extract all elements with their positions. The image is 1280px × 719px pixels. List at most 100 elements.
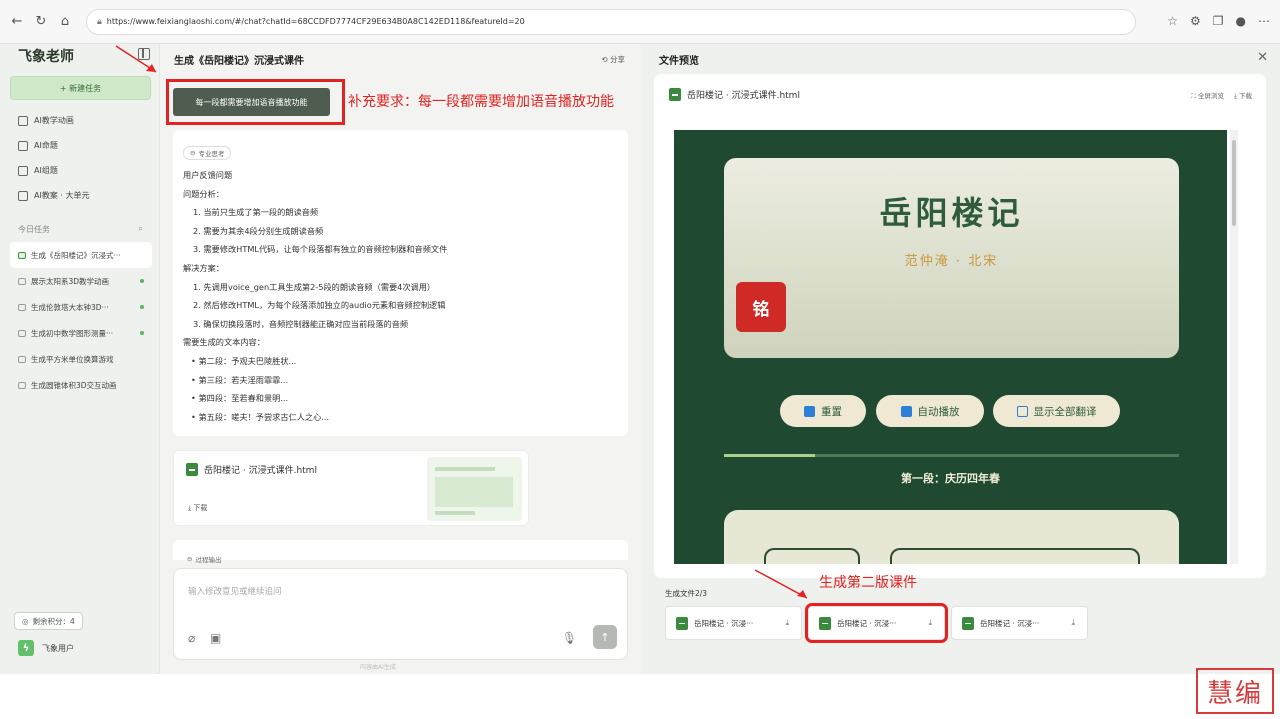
new-task-button[interactable]: + 新建任务 — [10, 76, 151, 100]
annotation-text: 生成第二版课件 — [819, 575, 917, 591]
refresh-icon[interactable]: ↻ — [32, 13, 50, 31]
home-icon[interactable]: ⌂ — [56, 13, 74, 31]
reset-button[interactable]: 重置 — [780, 395, 866, 427]
menu-item-label: AI组题 — [34, 166, 58, 175]
thinking-line: 2. 然后修改HTML，为每个段落添加独立的audio元素和音频控制逻辑 — [193, 300, 446, 311]
address-bar[interactable]: 🔒︎ https://www.feixianglaoshi.com/#/chat… — [86, 8, 1136, 35]
profile-icon[interactable]: ● — [1236, 14, 1246, 28]
send-button[interactable]: ↑ — [593, 625, 617, 649]
task-item[interactable]: 展示太阳系3D教学动画 — [10, 268, 152, 294]
side-menu: AI教学动画 AI命题 AI组题 AI教案 · 大单元 — [18, 108, 153, 208]
generated-file-label: 岳阳楼记 · 沉浸··· — [694, 618, 754, 628]
thinking-line: 解决方案： — [183, 262, 224, 273]
thinking-line: 1. 当前只生成了第一段的朗读音频 — [193, 207, 319, 218]
book-icon — [1016, 405, 1028, 417]
lock-icon: 🔒︎ — [97, 16, 102, 27]
message-input[interactable]: 输入修改意见或继续追问 ⌀ ▣ 🎙︎ ↑ — [173, 568, 628, 660]
menu-item-label: AI命题 — [34, 141, 58, 150]
task-item[interactable]: 生成圆锥体积3D交互动画 — [10, 372, 152, 398]
thinking-card: ⊖ 专业思考 用户反馈问题 问题分析： 1. 当前只生成了第一段的朗读音频 2. 需要为… — [173, 130, 628, 436]
points-text: 剩余积分：4 — [32, 616, 75, 626]
autoplay-label: 自动播放 — [917, 405, 960, 418]
courseware-stage: 岳阳楼记 范仲淹 · 北宋 铭 重置 自动播放 显示全部翻译 第一段：庆历四年春 — [674, 130, 1227, 564]
thinking-lines: 用户反馈问题 问题分析： 1. 当前只生成了第一段的朗读音频 2. 需要为其余4段分别… — [183, 166, 618, 426]
generated-file-item[interactable]: 岳阳楼记 · 沉浸··· ⤓ — [665, 606, 802, 640]
process-icon: ⊖ — [187, 555, 193, 563]
preview-actions: ⛶ 全屏浏览 ⤓ 下载 — [1191, 90, 1252, 101]
scrollbar-thumb[interactable] — [1232, 140, 1236, 226]
brain-icon: ⊖ — [190, 149, 196, 157]
today-label: 今日任务 — [18, 225, 50, 234]
generated-file-label: 岳阳楼记 · 沉浸··· — [837, 618, 897, 628]
menu-item-ai-lesson-plan[interactable]: AI教案 · 大单元 — [18, 183, 153, 208]
chat-icon — [18, 277, 26, 285]
task-label: 生成伦敦塔大本钟3D··· — [31, 302, 109, 312]
back-icon[interactable]: ← — [8, 13, 26, 31]
url-text: https://www.feixianglaoshi.com/#/chat?ch… — [106, 17, 525, 26]
file-thumbnail — [427, 457, 522, 521]
collections-icon[interactable]: ❐ — [1213, 14, 1224, 28]
task-label: 生成圆锥体积3D交互动画 — [31, 380, 117, 390]
process-pill: ⊖ 过程输出 — [187, 552, 221, 566]
translate-label: 显示全部翻译 — [1033, 405, 1097, 418]
search-icon[interactable]: ⌕ — [139, 224, 143, 235]
html-file-icon — [669, 88, 681, 101]
generated-file-item[interactable]: 岳阳楼记 · 沉浸··· ⤓ — [951, 606, 1088, 640]
favorite-icon[interactable]: ☆ — [1167, 14, 1178, 28]
thinking-line: 用户反馈问题 — [183, 170, 233, 180]
user-profile[interactable]: ϟ 飞象用户 — [18, 640, 74, 656]
task-item[interactable]: 生成《岳阳楼记》沉浸式··· — [10, 242, 152, 268]
menu-item-ai-question[interactable]: AI命题 — [18, 133, 153, 158]
task-label: 生成平方米单位换算游戏 — [31, 354, 114, 364]
thinking-line: 第二段：予观夫巴陵胜状... — [183, 352, 618, 371]
watermark: 慧编 — [1196, 668, 1274, 714]
progress-fill — [724, 454, 815, 457]
arrow-annotation — [754, 569, 808, 599]
question-icon — [18, 140, 28, 151]
task-label: 生成《岳阳楼记》沉浸式··· — [31, 250, 121, 260]
preview-download-button[interactable]: ⤓ 下载 — [1234, 90, 1252, 101]
browser-actions: ☆ ⚙ ❐ ● ⋯ — [1167, 14, 1270, 28]
play-icon — [900, 405, 912, 417]
close-icon[interactable]: ✕ — [1257, 50, 1268, 65]
input-placeholder: 输入修改意见或继续追问 — [188, 587, 282, 597]
thinking-pill[interactable]: ⊖ 专业思考 — [183, 146, 232, 160]
thinking-line: 3. 需要修改HTML代码，让每个段落都有独立的音频控制器和音频文件 — [193, 244, 448, 255]
generated-file-item[interactable]: 岳阳楼记 · 沉浸··· ⤓ — [808, 606, 945, 640]
task-list: 生成《岳阳楼记》沉浸式··· 展示太阳系3D教学动画 生成伦敦塔大本钟3D···… — [10, 242, 152, 398]
task-item[interactable]: 生成初中数学图形测量··· — [10, 320, 152, 346]
microphone-icon[interactable]: 🎙︎ — [562, 631, 577, 645]
process-output-bar[interactable]: ⊖ 过程输出 — [173, 540, 628, 564]
menu-item-ai-animation[interactable]: AI教学动画 — [18, 108, 153, 133]
file-card[interactable]: 岳阳楼记 · 沉浸式课件.html ⤓ 下载 — [173, 450, 529, 526]
hero-title: 岳阳楼记 — [879, 194, 1024, 232]
reset-label: 重置 — [821, 405, 842, 418]
download-icon[interactable]: ⤓ — [785, 618, 789, 628]
download-button[interactable]: ⤓ 下载 — [188, 503, 207, 513]
task-item[interactable]: 生成伦敦塔大本钟3D··· — [10, 294, 152, 320]
html-file-icon — [676, 616, 688, 630]
menu-item-ai-paper[interactable]: AI组题 — [18, 158, 153, 183]
more-icon[interactable]: ⋯ — [1258, 14, 1270, 28]
preview-file-header: 岳阳楼记 · 沉浸式课件.html — [669, 88, 800, 101]
book-icon — [18, 190, 28, 201]
preview-scrollbar[interactable] — [1230, 130, 1238, 564]
download-icon[interactable]: ⤓ — [928, 618, 932, 628]
extensions-icon[interactable]: ⚙ — [1190, 14, 1201, 28]
share-button[interactable]: ⟲ 分享 — [601, 54, 625, 65]
generated-files-list: 岳阳楼记 · 沉浸··· ⤓ 岳阳楼记 · 沉浸··· ⤓ 岳阳楼记 · 沉浸···… — [665, 606, 1088, 640]
translate-button[interactable]: 显示全部翻译 — [993, 395, 1120, 427]
file-name: 岳阳楼记 · 沉浸式课件.html — [204, 466, 317, 476]
autoplay-button[interactable]: 自动播放 — [876, 395, 984, 427]
html-file-icon — [819, 616, 831, 630]
task-item[interactable]: 生成平方米单位换算游戏 — [10, 346, 152, 372]
image-icon[interactable]: ▣ — [210, 631, 221, 645]
segment-inner-box — [764, 548, 860, 564]
segment-text-box — [890, 548, 1140, 564]
download-icon[interactable]: ⤓ — [1071, 618, 1075, 628]
status-dot — [140, 331, 144, 335]
attachment-icon[interactable]: ⌀ — [188, 631, 195, 645]
download-label: 下载 — [193, 504, 208, 512]
fullscreen-button[interactable]: ⛶ 全屏浏览 — [1191, 90, 1224, 101]
app-logo[interactable]: 飞象老师 — [18, 46, 74, 66]
